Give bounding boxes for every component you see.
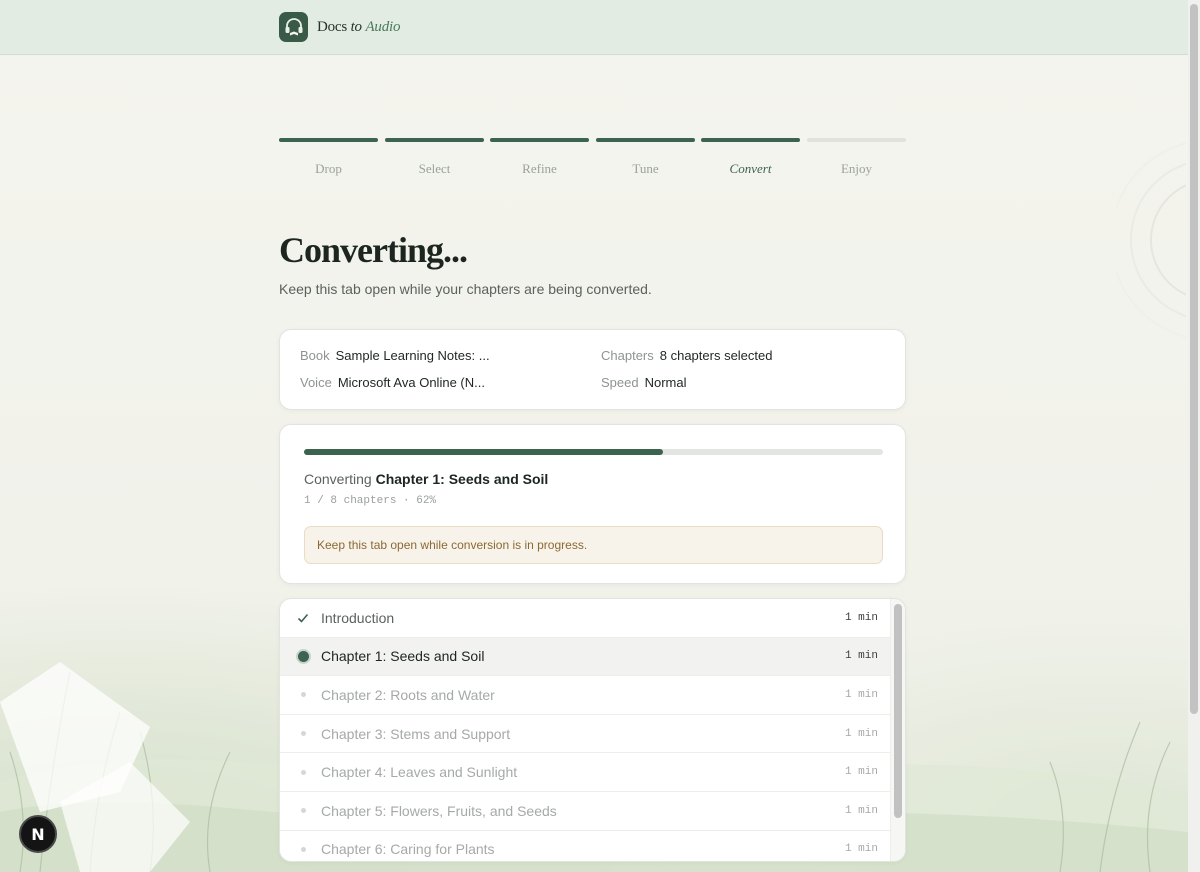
page-subtitle: Keep this tab open while your chapters a… bbox=[279, 281, 652, 297]
chapter-duration: 1 min bbox=[844, 688, 878, 701]
page-scrollbar-thumb[interactable] bbox=[1190, 4, 1198, 714]
progress-count: 1 / 8 chapters · 62% bbox=[304, 495, 437, 507]
book-value: Sample Learning Notes: ... bbox=[335, 348, 490, 363]
chapter-title: Introduction bbox=[321, 609, 395, 626]
page-title: Converting... bbox=[279, 230, 468, 270]
chapter-title: Chapter 1: Seeds and Soil bbox=[321, 648, 485, 665]
step-bar bbox=[490, 138, 589, 142]
step-label: Select bbox=[418, 161, 451, 176]
pending-dot-icon bbox=[297, 728, 309, 740]
chapter-title: Chapter 3: Stems and Support bbox=[321, 725, 511, 742]
chapter-row-current[interactable]: Chapter 1: Seeds and Soil 1 min bbox=[280, 637, 891, 677]
voice-meta: Voice Microsoft Ava Online (N... bbox=[300, 375, 485, 390]
step-select[interactable]: Select bbox=[385, 138, 484, 177]
chapter-duration: 1 min bbox=[844, 650, 878, 663]
chapters-value: 8 chapters selected bbox=[659, 348, 773, 363]
chapter-title: Chapter 5: Flowers, Fruits, and Seeds bbox=[321, 802, 557, 819]
step-bar bbox=[596, 138, 695, 142]
book-meta: Book Sample Learning Notes: ... bbox=[300, 348, 490, 363]
chapter-title: Chapter 4: Leaves and Sunlight bbox=[321, 764, 518, 781]
step-bar bbox=[701, 138, 800, 142]
check-icon bbox=[297, 612, 309, 624]
converting-status: Converting Chapter 1: Seeds and Soil bbox=[304, 471, 548, 487]
step-label: Enjoy bbox=[840, 161, 873, 176]
chapter-row[interactable]: Introduction 1 min bbox=[280, 599, 891, 638]
converting-prefix: Converting bbox=[304, 471, 372, 487]
step-bar bbox=[279, 138, 378, 142]
chapter-row[interactable]: Chapter 4: Leaves and Sunlight 1 min bbox=[280, 753, 891, 792]
step-enjoy[interactable]: Enjoy bbox=[807, 138, 906, 177]
chapter-list-items: Introduction 1 min Chapter 1: Seeds and … bbox=[280, 599, 891, 861]
pending-dot-icon bbox=[297, 689, 309, 701]
decorative-rings bbox=[1116, 142, 1186, 338]
step-convert[interactable]: Convert bbox=[701, 138, 800, 177]
book-key: Book bbox=[300, 348, 330, 363]
top-bar: Docs to Audio bbox=[0, 0, 1188, 55]
app-name-docs: Docs bbox=[317, 18, 348, 35]
chapter-duration: 1 min bbox=[844, 804, 878, 817]
headphones-book-icon bbox=[279, 12, 308, 42]
progress-bar bbox=[304, 449, 883, 455]
nextjs-dev-badge[interactable]: N bbox=[19, 815, 57, 853]
app-name-audio: Audio bbox=[365, 18, 401, 35]
speed-key: Speed bbox=[601, 375, 639, 390]
step-label: Convert bbox=[729, 161, 772, 176]
step-bar bbox=[385, 138, 484, 142]
chapter-list[interactable]: Introduction 1 min Chapter 1: Seeds and … bbox=[279, 598, 906, 862]
chapters-meta: Chapters 8 chapters selected bbox=[601, 348, 772, 363]
step-refine[interactable]: Refine bbox=[490, 138, 589, 177]
chapters-key: Chapters bbox=[601, 348, 654, 363]
step-label: Tune bbox=[632, 161, 659, 176]
page-scrollbar[interactable] bbox=[1188, 0, 1200, 872]
chapter-duration: 1 min bbox=[844, 843, 878, 856]
app-name-to: to bbox=[350, 18, 362, 35]
speed-meta: Speed Normal bbox=[601, 375, 687, 390]
step-bar bbox=[807, 138, 906, 142]
current-chapter: Chapter 1: Seeds and Soil bbox=[375, 471, 549, 487]
app-name: Docs to Audio bbox=[317, 19, 400, 36]
in-progress-dot-icon bbox=[297, 650, 309, 662]
chapter-title: Chapter 6: Caring for Plants bbox=[321, 841, 495, 858]
chapter-list-scrollbar[interactable] bbox=[890, 599, 905, 861]
chapter-list-scrollbar-thumb[interactable] bbox=[894, 604, 902, 818]
chapter-row[interactable]: Chapter 6: Caring for Plants 1 min bbox=[280, 831, 891, 861]
pending-dot-icon bbox=[297, 843, 309, 855]
voice-key: Voice bbox=[300, 375, 332, 390]
step-tune[interactable]: Tune bbox=[596, 138, 695, 177]
progress-card: Converting Chapter 1: Seeds and Soil 1 /… bbox=[279, 424, 906, 584]
chapter-row[interactable]: Chapter 5: Flowers, Fruits, and Seeds 1 … bbox=[280, 792, 891, 831]
pending-dot-icon bbox=[297, 766, 309, 778]
chapter-duration: 1 min bbox=[844, 727, 878, 740]
app-logo[interactable]: Docs to Audio bbox=[279, 12, 400, 42]
voice-value: Microsoft Ava Online (N... bbox=[337, 375, 485, 390]
step-progress: Drop Select Refine Tune Convert Enjoy bbox=[279, 138, 906, 178]
conversion-summary: Book Sample Learning Notes: ... Chapters 8… bbox=[279, 329, 906, 410]
chapter-row[interactable]: Chapter 2: Roots and Water 1 min bbox=[280, 676, 891, 715]
chapter-title: Chapter 2: Roots and Water bbox=[321, 686, 495, 703]
speed-value: Normal bbox=[644, 375, 687, 390]
step-label: Drop bbox=[315, 161, 342, 176]
step-drop[interactable]: Drop bbox=[279, 138, 378, 177]
chapter-row[interactable]: Chapter 3: Stems and Support 1 min bbox=[280, 715, 891, 754]
chapter-duration: 1 min bbox=[844, 766, 878, 779]
chapter-duration: 1 min bbox=[844, 611, 878, 624]
pending-dot-icon bbox=[297, 805, 309, 817]
progress-bar-fill bbox=[304, 449, 663, 455]
step-label: Refine bbox=[522, 161, 557, 176]
keep-open-notice: Keep this tab open while conversion is i… bbox=[304, 526, 883, 564]
